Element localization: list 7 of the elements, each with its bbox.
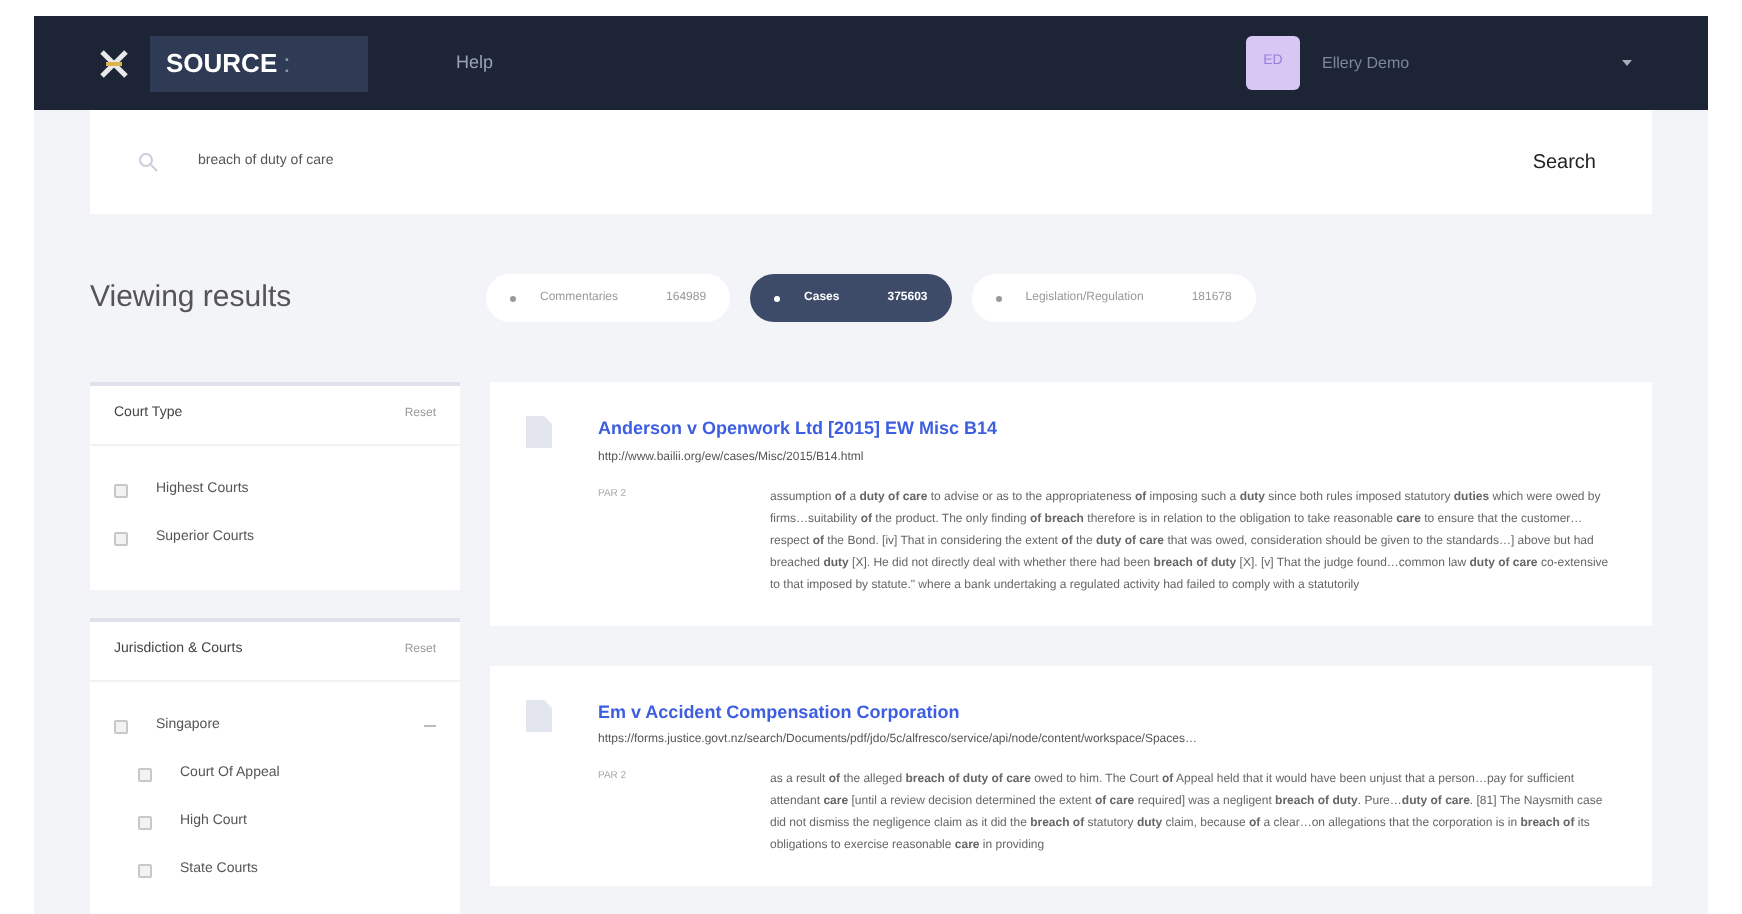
user-name[interactable]: Ellery Demo — [1322, 51, 1622, 75]
page-heading: Viewing results — [90, 277, 294, 318]
logo[interactable]: SOURCE : — [150, 35, 368, 91]
search-button[interactable]: Search — [1532, 147, 1596, 177]
result-title[interactable]: Em v Accident Compensation Corporation — [598, 699, 1616, 726]
result-title[interactable]: Anderson v Openwork Ltd [2015] EW Misc B14 — [598, 416, 1616, 443]
nav-link[interactable]: Help — [456, 49, 494, 77]
